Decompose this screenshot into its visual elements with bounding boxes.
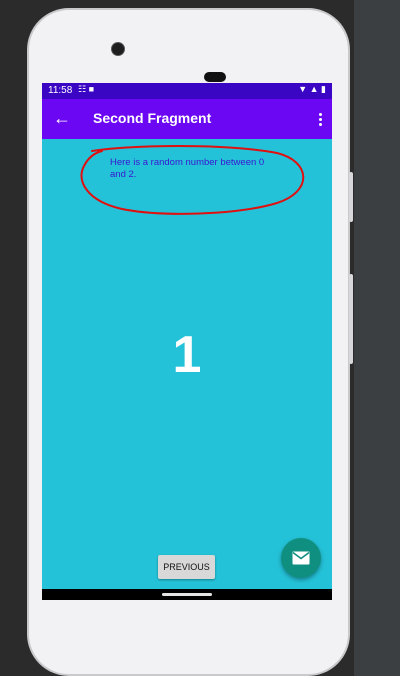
power-button <box>349 274 353 364</box>
earpiece-speaker <box>204 72 226 82</box>
ide-side-strip <box>354 0 400 676</box>
system-icons: ▼ ▲ ▮ <box>298 84 326 94</box>
page-title: Second Fragment <box>93 110 212 126</box>
overflow-menu-icon[interactable] <box>314 108 326 130</box>
random-number: 1 <box>172 326 202 384</box>
volume-button <box>349 172 353 222</box>
device-screen: 11:58 ☷ ■ ▼ ▲ ▮ ← Second Fragment Here i… <box>42 83 332 600</box>
status-bar: 11:58 ☷ ■ ▼ ▲ ▮ <box>42 83 332 99</box>
home-gesture-handle[interactable] <box>162 593 212 596</box>
app-bar: ← Second Fragment <box>42 99 332 139</box>
random-number-description: Here is a random number between 0 and 2. <box>110 157 265 180</box>
previous-button[interactable]: PREVIOUS <box>158 555 215 579</box>
front-camera <box>111 42 125 56</box>
email-fab[interactable] <box>281 538 321 578</box>
red-circle-annotation <box>80 145 305 215</box>
back-arrow-icon[interactable]: ← <box>52 108 72 128</box>
navigation-bar <box>42 589 332 600</box>
email-icon <box>292 551 310 565</box>
notification-icons: ☷ ■ <box>78 84 95 94</box>
status-time: 11:58 <box>48 85 73 96</box>
